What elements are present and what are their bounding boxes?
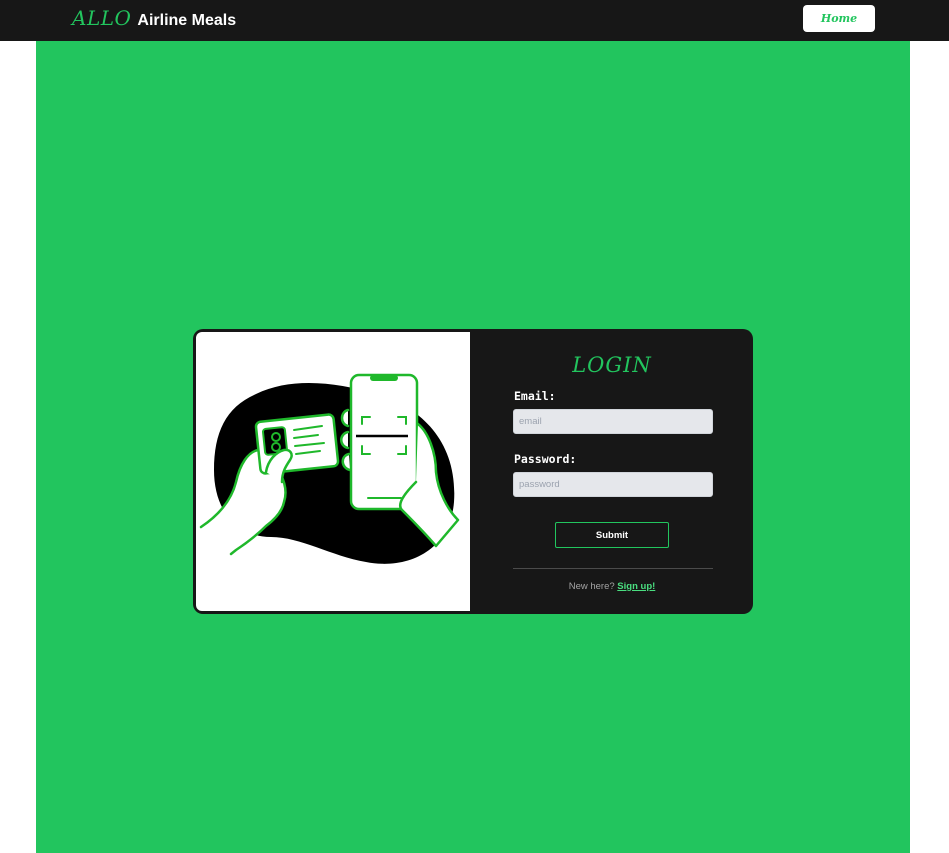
email-label: Email: <box>514 389 556 403</box>
email-input[interactable] <box>513 409 713 434</box>
brand-allo: ALLO <box>72 6 132 30</box>
form-divider <box>513 568 713 569</box>
navbar: ALLO Airline Meals Home <box>0 0 949 41</box>
login-form: LOGIN Email: Password: Submit New here? … <box>471 329 753 614</box>
brand-name: Airline Meals <box>137 12 237 29</box>
password-label: Password: <box>514 452 577 466</box>
home-button[interactable]: Home <box>803 5 875 32</box>
login-card: LOGIN Email: Password: Submit New here? … <box>193 329 753 614</box>
login-illustration <box>196 332 470 611</box>
signup-row: New here? Sign up! <box>471 581 753 592</box>
login-title: LOGIN <box>572 353 652 377</box>
signup-prompt: New here? <box>568 581 615 592</box>
hands-id-card-phone-scan-icon <box>199 373 460 564</box>
password-input[interactable] <box>513 472 713 497</box>
signup-link[interactable]: Sign up! <box>617 581 655 592</box>
submit-button[interactable]: Submit <box>555 522 669 548</box>
brand-logo[interactable]: ALLO Airline Meals <box>72 6 236 30</box>
